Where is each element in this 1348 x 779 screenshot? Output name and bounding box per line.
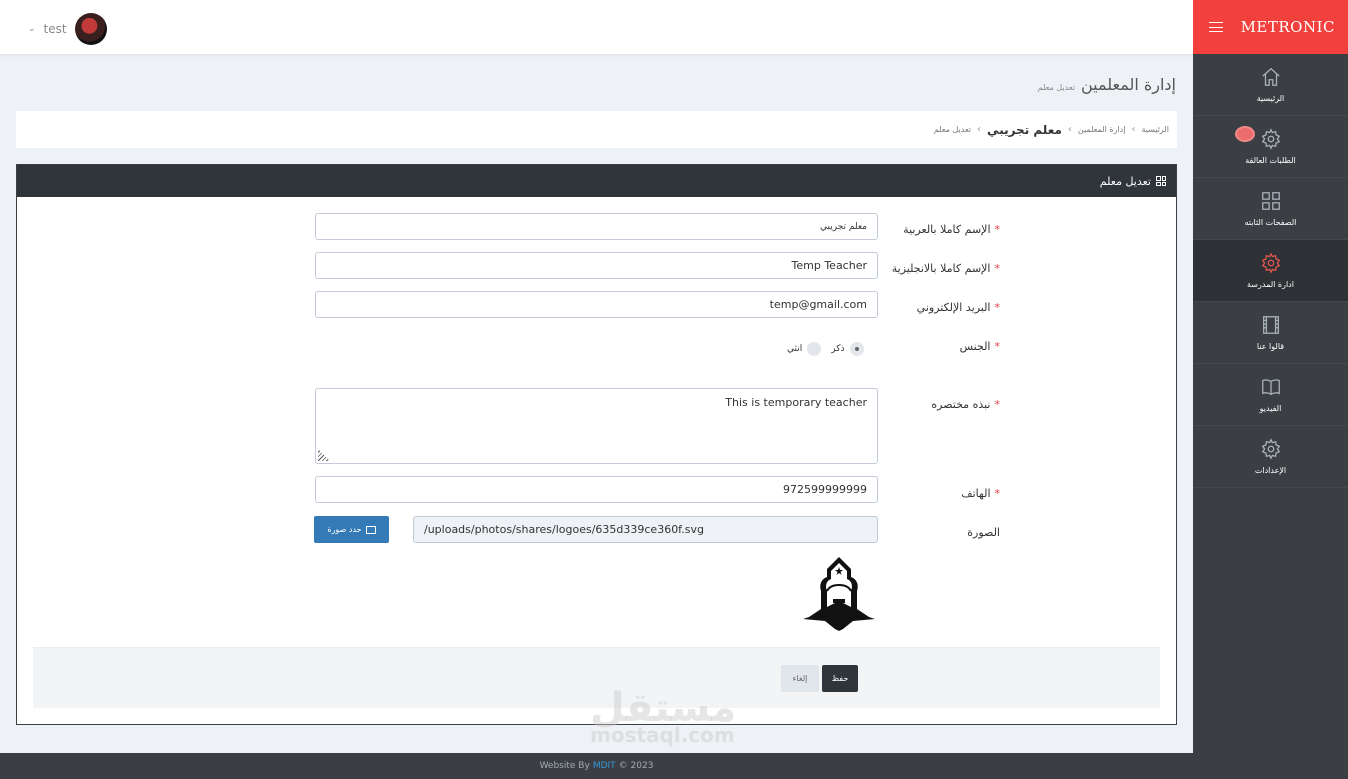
sidebar-item-testimonials[interactable]: قالوا عنا: [1193, 302, 1348, 364]
footer-copyright: © 2023: [618, 761, 654, 771]
radio-checked-icon[interactable]: [849, 342, 864, 356]
sidebar-item-label: قالوا عنا: [1256, 342, 1285, 351]
top-bar: ⌄ test: [0, 0, 1193, 54]
resize-handle-icon[interactable]: [318, 449, 330, 461]
gender-radio-group: ذكر انثي: [787, 342, 864, 356]
email-label: البريد الإلكتروني *: [916, 301, 1000, 314]
footer: Website By MDIT © 2023: [0, 753, 1193, 779]
form-actions: إلغاء حفظ: [33, 647, 1160, 708]
home-icon: [1261, 67, 1280, 86]
edit-teacher-panel: تعديل معلم الإسم كاملا بالعربية * معلم تج…: [16, 164, 1177, 725]
name-ar-input[interactable]: معلم تجريبي: [315, 213, 878, 240]
sidebar-item-label: الصفحات الثابته: [1244, 218, 1297, 227]
sidebar: METRONIC الرئيسية الطلبات العالقة الصفحا…: [1193, 0, 1348, 779]
gender-female-radio[interactable]: انثي: [787, 342, 822, 356]
bio-textarea[interactable]: This is temporary teacher: [315, 388, 878, 464]
sidebar-item-label: الطلبات العالقة: [1245, 156, 1296, 165]
sidebar-item-label: الإعدادات: [1254, 466, 1287, 475]
notification-badge: [1235, 126, 1255, 142]
sidebar-item-home[interactable]: الرئيسية: [1193, 54, 1348, 116]
sidebar-item-static-pages[interactable]: الصفحات الثابته: [1193, 178, 1348, 240]
breadcrumb-section[interactable]: إدارة المعلمين: [1078, 125, 1126, 134]
breadcrumb-current: معلم تجريبي: [987, 122, 1062, 137]
hamburger-icon[interactable]: [1209, 22, 1223, 32]
save-button[interactable]: حفظ: [822, 665, 858, 692]
breadcrumb: الرئيسية ‹ إدارة المعلمين ‹ معلم تجريبي …: [16, 111, 1177, 148]
panel-header: تعديل معلم: [17, 165, 1176, 197]
gear-icon: [1261, 438, 1280, 460]
image-icon: [365, 525, 376, 534]
footer-prefix: Website By: [539, 761, 590, 771]
photo-label: الصورة: [967, 526, 1000, 539]
photo-path-input[interactable]: /uploads/photos/shares/logoes/635d339ce3…: [413, 516, 878, 543]
name-en-label: الإسم كاملا بالانجليزية *: [891, 262, 1000, 275]
radio-unchecked-icon[interactable]: [807, 342, 822, 356]
book-icon: [1261, 379, 1280, 396]
user-name: test: [43, 22, 67, 36]
bio-label: نبذه مختصره *: [931, 398, 1000, 411]
page-heading: إدارة المعلمين: [1080, 75, 1176, 94]
sidebar-item-pending-requests[interactable]: الطلبات العالقة: [1193, 116, 1348, 178]
sidebar-item-video[interactable]: الفيديو: [1193, 364, 1348, 426]
gear-icon: [1261, 128, 1280, 150]
panel-title: تعديل معلم: [1099, 174, 1151, 188]
breadcrumb-action: تعديل معلم: [933, 125, 972, 134]
avatar[interactable]: [74, 13, 107, 45]
brand-bar: METRONIC: [1193, 0, 1348, 54]
sidebar-item-label: الرئيسية: [1256, 94, 1285, 103]
name-ar-label: الإسم كاملا بالعربية *: [903, 223, 1000, 236]
grid-icon: [1261, 192, 1280, 210]
phone-label: الهاتف *: [961, 487, 1000, 500]
phone-input[interactable]: 972599999999: [315, 476, 878, 503]
gear-icon: [1261, 252, 1280, 274]
gender-male-radio[interactable]: ذكر: [831, 342, 864, 356]
page-title: تعديل معلم إدارة المعلمين: [1038, 75, 1176, 94]
sidebar-item-settings[interactable]: الإعدادات: [1193, 426, 1348, 488]
choose-image-button[interactable]: حدد صورة: [314, 516, 389, 543]
chevron-left-icon: ‹: [1131, 124, 1136, 135]
sidebar-item-school-management[interactable]: ادارة المدرسة: [1193, 240, 1348, 302]
chevron-left-icon: ‹: [1067, 124, 1072, 135]
grid-icon: [1156, 176, 1166, 186]
page-subtitle: تعديل معلم: [1037, 83, 1075, 92]
teacher-photo-preview: [803, 557, 875, 631]
sidebar-item-label: ادارة المدرسة: [1247, 280, 1294, 289]
brand-logo: METRONIC: [1240, 18, 1335, 36]
film-icon: [1262, 316, 1279, 334]
sidebar-item-label: الفيديو: [1259, 404, 1282, 413]
gender-label: الجنس *: [959, 340, 1000, 353]
email-input[interactable]: temp@gmail.com: [315, 291, 878, 318]
name-en-input[interactable]: Temp Teacher: [315, 252, 878, 279]
chevron-down-icon: ⌄: [28, 24, 36, 34]
footer-link[interactable]: MDIT: [593, 761, 616, 771]
chevron-left-icon: ‹: [977, 124, 982, 135]
breadcrumb-home[interactable]: الرئيسية: [1141, 125, 1169, 134]
user-menu[interactable]: ⌄ test: [28, 13, 107, 45]
cancel-button[interactable]: إلغاء: [781, 665, 819, 692]
